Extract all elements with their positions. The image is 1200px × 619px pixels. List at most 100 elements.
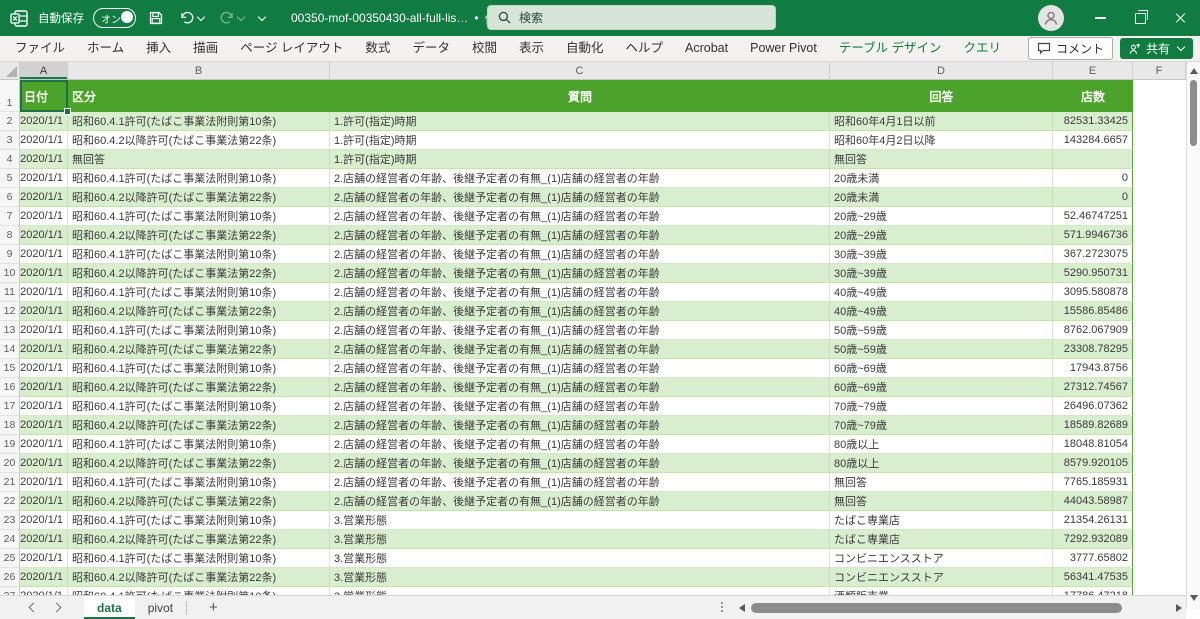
cell-C17[interactable]: 2.店舗の経営者の年齢、後継予定者の有無_(1)店舗の経営者の年齢 xyxy=(330,397,830,416)
scrollbar-resize-grip[interactable] xyxy=(721,602,723,612)
sheet-tab-pivot[interactable]: pivot xyxy=(135,596,186,619)
row-header-19[interactable]: 19 xyxy=(0,435,20,454)
cell-D4[interactable]: 無回答 xyxy=(830,150,1053,169)
cell-F21[interactable] xyxy=(1133,473,1186,492)
sheet-nav-prev-icon[interactable] xyxy=(28,602,39,613)
vertical-scrollbar-thumb[interactable] xyxy=(1190,80,1197,146)
cell-C8[interactable]: 2.店舗の経営者の年齢、後継予定者の有無_(1)店舗の経営者の年齢 xyxy=(330,226,830,245)
ribbon-tab-file[interactable]: ファイル xyxy=(4,36,76,61)
fill-handle[interactable] xyxy=(64,108,71,115)
cell-E2[interactable]: 82531.33425 xyxy=(1053,112,1133,131)
cell-B19[interactable]: 昭和60.4.1許可(たばこ事業法附則第10条) xyxy=(68,435,330,454)
cell-A18[interactable]: 2020/1/1 xyxy=(20,416,68,435)
cell-B11[interactable]: 昭和60.4.1許可(たばこ事業法附則第10条) xyxy=(68,283,330,302)
cell-C10[interactable]: 2.店舗の経営者の年齢、後継予定者の有無_(1)店舗の経営者の年齢 xyxy=(330,264,830,283)
close-button[interactable] xyxy=(1160,0,1200,36)
ribbon-tab-acrobat[interactable]: Acrobat xyxy=(674,36,739,61)
cell-E21[interactable]: 7765.185931 xyxy=(1053,473,1133,492)
cell-D24[interactable]: たばこ専業店 xyxy=(830,530,1053,549)
row-header-14[interactable]: 14 xyxy=(0,340,20,359)
cell-E14[interactable]: 23308.78295 xyxy=(1053,340,1133,359)
cell-E5[interactable]: 0 xyxy=(1053,169,1133,188)
cell-B20[interactable]: 昭和60.4.2以降許可(たばこ事業法第22条) xyxy=(68,454,330,473)
cell-C6[interactable]: 2.店舗の経営者の年齢、後継予定者の有無_(1)店舗の経営者の年齢 xyxy=(330,188,830,207)
cell-D19[interactable]: 80歳以上 xyxy=(830,435,1053,454)
cell-F8[interactable] xyxy=(1133,226,1186,245)
cell-A15[interactable]: 2020/1/1 xyxy=(20,359,68,378)
cell-F3[interactable] xyxy=(1133,131,1186,150)
cell-F15[interactable] xyxy=(1133,359,1186,378)
cell-F19[interactable] xyxy=(1133,435,1186,454)
cell-C26[interactable]: 3.営業形態 xyxy=(330,568,830,587)
cell-B15[interactable]: 昭和60.4.1許可(たばこ事業法附則第10条) xyxy=(68,359,330,378)
row-header-27[interactable]: 27 xyxy=(0,587,20,595)
row-header-6[interactable]: 6 xyxy=(0,188,20,207)
cell-C21[interactable]: 2.店舗の経営者の年齢、後継予定者の有無_(1)店舗の経営者の年齢 xyxy=(330,473,830,492)
row-header-13[interactable]: 13 xyxy=(0,321,20,340)
undo-button[interactable] xyxy=(176,5,207,31)
cell-D23[interactable]: たばこ専業店 xyxy=(830,511,1053,530)
cell-A21[interactable]: 2020/1/1 xyxy=(20,473,68,492)
column-header-A[interactable]: A xyxy=(20,62,68,79)
cell-D14[interactable]: 50歳~59歳 xyxy=(830,340,1053,359)
cell-E22[interactable]: 44043.58987 xyxy=(1053,492,1133,511)
cell-E25[interactable]: 3777.65802 xyxy=(1053,549,1133,568)
cell-E17[interactable]: 26496.07362 xyxy=(1053,397,1133,416)
cell-D11[interactable]: 40歳~49歳 xyxy=(830,283,1053,302)
cell-A26[interactable]: 2020/1/1 xyxy=(20,568,68,587)
row-header-16[interactable]: 16 xyxy=(0,378,20,397)
cell-E12[interactable]: 15586.85486 xyxy=(1053,302,1133,321)
column-header-D[interactable]: D xyxy=(830,62,1053,79)
sheet-nav-next-icon[interactable] xyxy=(51,602,62,613)
cell-A5[interactable]: 2020/1/1 xyxy=(20,169,68,188)
cell-A22[interactable]: 2020/1/1 xyxy=(20,492,68,511)
cell-F10[interactable] xyxy=(1133,264,1186,283)
cell-E6[interactable]: 0 xyxy=(1053,188,1133,207)
row-header-4[interactable]: 4 xyxy=(0,150,20,169)
cell-C24[interactable]: 3.営業形態 xyxy=(330,530,830,549)
row-header-11[interactable]: 11 xyxy=(0,283,20,302)
select-all-corner[interactable] xyxy=(0,62,20,79)
cell-F11[interactable] xyxy=(1133,283,1186,302)
cell-F12[interactable] xyxy=(1133,302,1186,321)
cell-A14[interactable]: 2020/1/1 xyxy=(20,340,68,359)
account-avatar[interactable] xyxy=(1038,5,1064,31)
cell-A8[interactable]: 2020/1/1 xyxy=(20,226,68,245)
cell-B6[interactable]: 昭和60.4.2以降許可(たばこ事業法第22条) xyxy=(68,188,330,207)
row-header-3[interactable]: 3 xyxy=(0,131,20,150)
row-header-20[interactable]: 20 xyxy=(0,454,20,473)
cell-D13[interactable]: 50歳~59歳 xyxy=(830,321,1053,340)
cell-F4[interactable] xyxy=(1133,150,1186,169)
cell-E8[interactable]: 571.9946736 xyxy=(1053,226,1133,245)
cell-A20[interactable]: 2020/1/1 xyxy=(20,454,68,473)
header-cell-F1[interactable] xyxy=(1133,80,1186,112)
cell-B4[interactable]: 無回答 xyxy=(68,150,330,169)
cell-C19[interactable]: 2.店舗の経営者の年齢、後継予定者の有無_(1)店舗の経営者の年齢 xyxy=(330,435,830,454)
cell-C9[interactable]: 2.店舗の経営者の年齢、後継予定者の有無_(1)店舗の経営者の年齢 xyxy=(330,245,830,264)
cell-B18[interactable]: 昭和60.4.2以降許可(たばこ事業法第22条) xyxy=(68,416,330,435)
ribbon-tab-formulas[interactable]: 数式 xyxy=(354,36,401,61)
cell-B22[interactable]: 昭和60.4.2以降許可(たばこ事業法第22条) xyxy=(68,492,330,511)
redo-button[interactable] xyxy=(216,5,247,31)
cell-C22[interactable]: 2.店舗の経営者の年齢、後継予定者の有無_(1)店舗の経営者の年齢 xyxy=(330,492,830,511)
cell-E20[interactable]: 8579.920105 xyxy=(1053,454,1133,473)
excel-app-icon[interactable] xyxy=(10,9,29,28)
cell-A11[interactable]: 2020/1/1 xyxy=(20,283,68,302)
column-header-F[interactable]: F xyxy=(1133,62,1186,79)
cell-D8[interactable]: 20歳~29歳 xyxy=(830,226,1053,245)
cell-B3[interactable]: 昭和60.4.2以降許可(たばこ事業法第22条) xyxy=(68,131,330,150)
cell-F16[interactable] xyxy=(1133,378,1186,397)
cell-D22[interactable]: 無回答 xyxy=(830,492,1053,511)
ribbon-tab-home[interactable]: ホーム xyxy=(76,36,135,61)
cell-D9[interactable]: 30歳~39歳 xyxy=(830,245,1053,264)
cell-F22[interactable] xyxy=(1133,492,1186,511)
cell-A17[interactable]: 2020/1/1 xyxy=(20,397,68,416)
cell-D17[interactable]: 70歳~79歳 xyxy=(830,397,1053,416)
horizontal-scrollbar-thumb[interactable] xyxy=(751,603,1122,613)
cell-A2[interactable]: 2020/1/1 xyxy=(20,112,68,131)
cell-F6[interactable] xyxy=(1133,188,1186,207)
cell-D15[interactable]: 60歳~69歳 xyxy=(830,359,1053,378)
cell-F20[interactable] xyxy=(1133,454,1186,473)
cell-C12[interactable]: 2.店舗の経営者の年齢、後継予定者の有無_(1)店舗の経営者の年齢 xyxy=(330,302,830,321)
cell-B13[interactable]: 昭和60.4.1許可(たばこ事業法附則第10条) xyxy=(68,321,330,340)
